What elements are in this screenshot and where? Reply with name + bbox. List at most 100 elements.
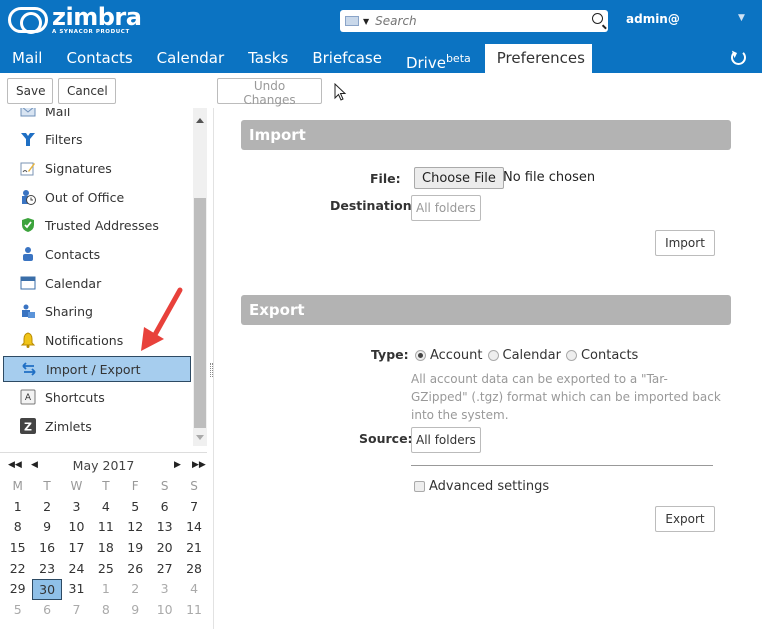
tab-tasks[interactable]: Tasks bbox=[236, 44, 300, 73]
source-folder-button[interactable]: All folders bbox=[411, 427, 481, 453]
tab-label: Briefcase bbox=[312, 49, 382, 67]
tab-calendar[interactable]: Calendar bbox=[145, 44, 236, 73]
calendar-day[interactable]: 29 bbox=[3, 579, 32, 600]
calendar-day[interactable]: 6 bbox=[32, 600, 61, 621]
calendar-day[interactable]: 18 bbox=[91, 538, 120, 559]
calendar-day[interactable]: 20 bbox=[150, 538, 179, 559]
calendar-day[interactable]: 7 bbox=[62, 600, 91, 621]
calendar-day[interactable]: 31 bbox=[62, 579, 91, 600]
scroll-up-icon[interactable] bbox=[196, 114, 204, 123]
tab-mail[interactable]: Mail bbox=[0, 44, 54, 73]
logo-tagline: A SYNACOR PRODUCT bbox=[52, 29, 130, 35]
calendar-day[interactable]: 10 bbox=[150, 600, 179, 621]
calendar-day[interactable]: 11 bbox=[91, 517, 120, 538]
search-icon[interactable] bbox=[592, 13, 603, 24]
sidebar-item-signatures[interactable]: Signatures bbox=[3, 155, 191, 181]
next-year-icon[interactable]: ▶▶ bbox=[192, 460, 206, 470]
sidebar-item-zimlets[interactable]: Z Zimlets bbox=[3, 413, 191, 439]
sidebar-item-filters[interactable]: Filters bbox=[3, 126, 191, 152]
calendar-day[interactable]: 14 bbox=[179, 517, 208, 538]
source-label: Source: bbox=[359, 431, 413, 446]
calendar-day[interactable]: 8 bbox=[91, 600, 120, 621]
calendar-day[interactable]: 5 bbox=[121, 497, 150, 518]
calendar-day[interactable]: 7 bbox=[179, 497, 208, 518]
choose-file-button[interactable]: Choose File bbox=[414, 167, 504, 189]
tab-drive[interactable]: Drivebeta bbox=[394, 44, 483, 73]
calendar-day[interactable]: 2 bbox=[32, 497, 61, 518]
advanced-settings-row[interactable]: Advanced settings bbox=[414, 479, 549, 494]
calendar-day[interactable]: 30 bbox=[32, 579, 62, 601]
advanced-settings-checkbox[interactable] bbox=[414, 481, 425, 492]
calendar-day[interactable]: 26 bbox=[121, 559, 150, 580]
calendar-day[interactable]: 22 bbox=[3, 559, 32, 580]
next-month-icon[interactable]: ▶ bbox=[174, 460, 181, 470]
splitter-grip-icon[interactable] bbox=[210, 363, 213, 377]
calendar-day[interactable]: 9 bbox=[121, 600, 150, 621]
scrollbar-thumb[interactable] bbox=[194, 198, 206, 428]
sidebar-scrollbar[interactable] bbox=[193, 108, 207, 446]
calendar-day[interactable]: 4 bbox=[91, 497, 120, 518]
calendar-day[interactable]: 2 bbox=[121, 579, 150, 600]
account-radio[interactable] bbox=[415, 350, 426, 361]
contacts-radio[interactable] bbox=[565, 350, 577, 361]
destination-folder-button[interactable]: All folders bbox=[411, 195, 481, 221]
cancel-button[interactable]: Cancel bbox=[58, 78, 116, 104]
calendar-day[interactable]: 11 bbox=[179, 600, 208, 621]
sidebar-item-mail[interactable]: Mail bbox=[3, 108, 191, 124]
destination-label: Destination: bbox=[330, 198, 417, 213]
calendar-day[interactable]: 28 bbox=[179, 559, 208, 580]
calendar-day[interactable]: 15 bbox=[3, 538, 32, 559]
calendar-day[interactable]: 3 bbox=[150, 579, 179, 600]
pane-splitter[interactable] bbox=[213, 108, 214, 629]
sidebar-item-label: Import / Export bbox=[46, 361, 141, 377]
undo-changes-button[interactable]: Undo Changes bbox=[217, 78, 322, 107]
tab-contacts[interactable]: Contacts bbox=[54, 44, 144, 73]
export-button[interactable]: Export bbox=[655, 506, 715, 532]
calendar-day[interactable]: 17 bbox=[62, 538, 91, 559]
zimbra-logo[interactable]: zimbra A SYNACOR PRODUCT bbox=[8, 5, 142, 35]
calendar-day[interactable]: 21 bbox=[179, 538, 208, 559]
user-menu[interactable]: admin@ bbox=[626, 12, 680, 26]
radio-label: Account bbox=[430, 348, 483, 363]
weekday-header: F bbox=[131, 479, 139, 493]
calendar-day[interactable]: 4 bbox=[179, 579, 208, 600]
scroll-down-icon[interactable] bbox=[196, 435, 204, 444]
sidebar-item-contacts[interactable]: Contacts bbox=[3, 241, 191, 267]
calendar-day[interactable]: 3 bbox=[62, 497, 91, 518]
calendar-day[interactable]: 27 bbox=[150, 559, 179, 580]
search-input[interactable] bbox=[375, 14, 576, 28]
calendar-day[interactable]: 19 bbox=[121, 538, 150, 559]
calendar-day[interactable]: 1 bbox=[91, 579, 120, 600]
calendar-day[interactable]: 23 bbox=[32, 559, 61, 580]
calendar-day[interactable]: 1 bbox=[3, 497, 32, 518]
refresh-icon[interactable] bbox=[731, 50, 746, 65]
calendar-day[interactable]: 6 bbox=[150, 497, 179, 518]
chevron-down-icon[interactable]: ▼ bbox=[363, 17, 369, 26]
calendar-day[interactable]: 5 bbox=[3, 600, 32, 621]
calendar-day[interactable]: 9 bbox=[32, 517, 61, 538]
chevron-down-icon[interactable]: ▼ bbox=[738, 13, 745, 23]
calendar-day[interactable]: 12 bbox=[121, 517, 150, 538]
tab-preferences[interactable]: Preferences bbox=[484, 44, 592, 73]
search-box[interactable]: ▼ bbox=[340, 10, 608, 32]
envelope-icon[interactable] bbox=[345, 16, 359, 26]
calendar-day[interactable]: 13 bbox=[150, 517, 179, 538]
sharing-icon bbox=[20, 303, 36, 319]
sidebar-item-label: Notifications bbox=[45, 332, 124, 348]
calendar-day[interactable]: 24 bbox=[62, 559, 91, 580]
save-button[interactable]: Save bbox=[7, 78, 53, 104]
sidebar-item-out-of-office[interactable]: Out of Office bbox=[3, 184, 191, 210]
tab-label: Drive bbox=[405, 54, 446, 72]
calendar-day[interactable]: 8 bbox=[3, 517, 32, 538]
sidebar-item-label: Out of Office bbox=[45, 189, 125, 205]
calendar-day[interactable]: 16 bbox=[32, 538, 61, 559]
sidebar-item-trusted-addresses[interactable]: Trusted Addresses bbox=[3, 212, 191, 238]
sidebar-item-import-export[interactable]: Import / Export bbox=[3, 356, 191, 382]
calendar-radio[interactable] bbox=[487, 350, 499, 361]
calendar-day[interactable]: 25 bbox=[91, 559, 120, 580]
import-button[interactable]: Import bbox=[655, 230, 715, 256]
sidebar-item-shortcuts[interactable]: A Shortcuts bbox=[3, 384, 191, 410]
radio-label: Contacts bbox=[580, 348, 639, 363]
tab-briefcase[interactable]: Briefcase bbox=[300, 44, 394, 73]
calendar-day[interactable]: 10 bbox=[62, 517, 91, 538]
